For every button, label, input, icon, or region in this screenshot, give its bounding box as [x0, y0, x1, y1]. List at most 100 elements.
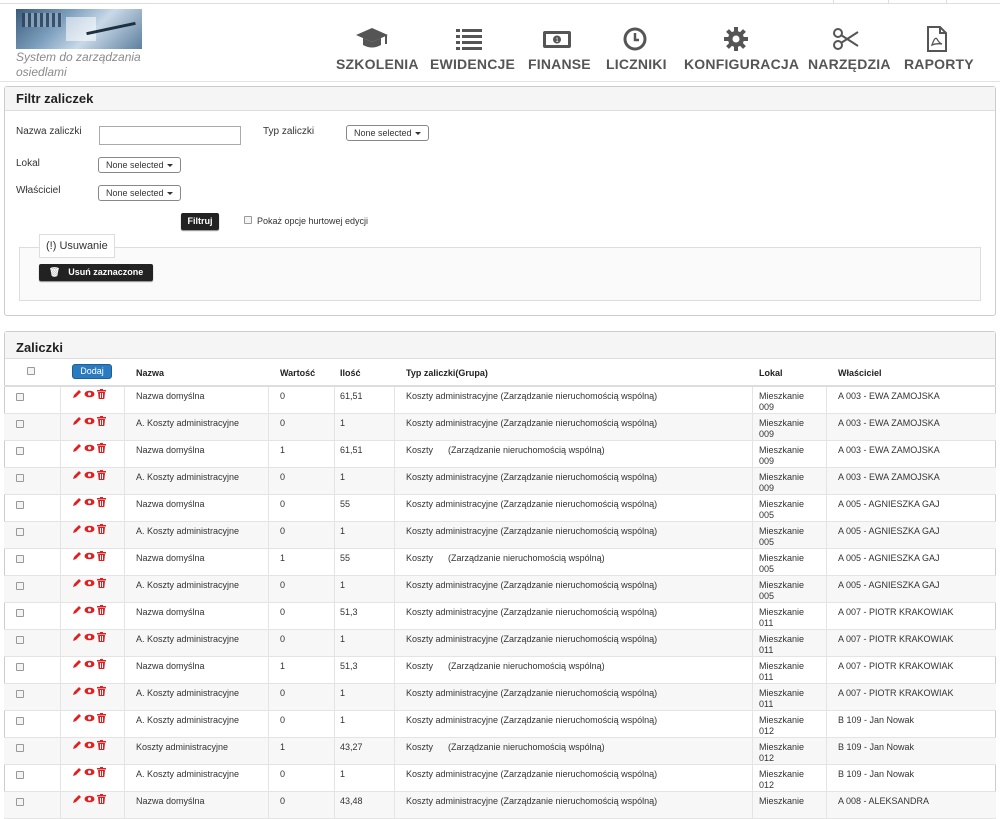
row-checkbox[interactable] [16, 798, 24, 806]
edit-pencil-icon[interactable] [72, 524, 82, 534]
column-divider [826, 765, 827, 792]
col-header-nazwa[interactable]: Nazwa [136, 368, 164, 378]
view-eye-icon[interactable] [84, 605, 95, 615]
nav-item-liczniki[interactable]: LICZNIKI [606, 26, 667, 76]
select-all-checkbox[interactable] [27, 367, 35, 375]
name-input[interactable] [99, 126, 241, 145]
trash-icon[interactable] [97, 551, 106, 561]
row-checkbox[interactable] [16, 744, 24, 752]
chevron-down-icon [414, 132, 421, 135]
trash-icon[interactable] [97, 686, 106, 696]
trash-icon[interactable] [97, 794, 106, 804]
nav-item-konfiguracja[interactable]: KONFIGURACJA [684, 26, 799, 76]
type-dropdown[interactable]: None selected [346, 125, 429, 141]
row-checkbox[interactable] [16, 582, 24, 590]
edit-pencil-icon[interactable] [72, 659, 82, 669]
edit-pencil-icon[interactable] [72, 632, 82, 642]
filter-button[interactable]: Filtruj [181, 213, 219, 230]
trash-icon[interactable] [97, 470, 106, 480]
edit-pencil-icon[interactable] [72, 767, 82, 777]
trash-icon[interactable] [97, 605, 106, 615]
row-checkbox[interactable] [16, 474, 24, 482]
row-checkbox[interactable] [16, 528, 24, 536]
edit-pencil-icon[interactable] [72, 713, 82, 723]
nav-item-finanse[interactable]: 1 FINANSE [528, 26, 591, 76]
trash-icon[interactable] [97, 389, 106, 399]
view-eye-icon[interactable] [84, 470, 95, 480]
trash-icon[interactable] [97, 524, 106, 534]
row-checkbox[interactable] [16, 717, 24, 725]
view-eye-icon[interactable] [84, 416, 95, 426]
table-row: A. Koszty administracyjne 0 1 Koszty admini… [4, 630, 996, 657]
row-checkbox[interactable] [16, 447, 24, 455]
edit-pencil-icon[interactable] [72, 686, 82, 696]
nav-item-raporty[interactable]: RAPORTY [904, 26, 974, 76]
trash-icon[interactable] [97, 659, 106, 669]
edit-pencil-icon[interactable] [72, 794, 82, 804]
trash-icon[interactable] [97, 740, 106, 750]
edit-pencil-icon[interactable] [72, 470, 82, 480]
edit-pencil-icon[interactable] [72, 443, 82, 453]
owner-dropdown[interactable]: None selected [98, 185, 181, 201]
trash-icon[interactable] [97, 497, 106, 507]
view-eye-icon[interactable] [84, 794, 95, 804]
table-row: Nazwa domyślna 1 61,51 Koszty (Zarządzanie … [4, 441, 996, 468]
row-checkbox[interactable] [16, 393, 24, 401]
row-checkbox[interactable] [16, 663, 24, 671]
edit-pencil-icon[interactable] [72, 578, 82, 588]
app-logo[interactable] [16, 9, 142, 49]
col-header-ilosc[interactable]: Ilość [340, 368, 361, 378]
row-checkbox[interactable] [16, 690, 24, 698]
edit-pencil-icon[interactable] [72, 605, 82, 615]
trash-icon[interactable] [97, 443, 106, 453]
view-eye-icon[interactable] [84, 659, 95, 669]
view-eye-icon[interactable] [84, 686, 95, 696]
edit-pencil-icon[interactable] [72, 389, 82, 399]
row-checkbox[interactable] [16, 501, 24, 509]
nav-item-ewidencje[interactable]: EWIDENCJE [430, 26, 515, 76]
column-divider [752, 738, 753, 765]
edit-pencil-icon[interactable] [72, 740, 82, 750]
nav-item-narzedzia[interactable]: NARZĘDZIA [808, 26, 890, 76]
cell-lokal-number: 011 [759, 645, 774, 655]
col-header-typ[interactable]: Typ zaliczki(Grupa) [406, 368, 488, 378]
view-eye-icon[interactable] [84, 767, 95, 777]
lokal-dropdown[interactable]: None selected [98, 157, 181, 173]
trash-icon[interactable] [97, 416, 106, 426]
row-checkbox[interactable] [16, 771, 24, 779]
column-divider [268, 603, 269, 630]
view-eye-icon[interactable] [84, 632, 95, 642]
edit-pencil-icon[interactable] [72, 416, 82, 426]
nav-item-szkolenia[interactable]: SZKOLENIA [336, 26, 419, 76]
view-eye-icon[interactable] [84, 551, 95, 561]
trash-icon[interactable] [97, 632, 106, 642]
view-eye-icon[interactable] [84, 524, 95, 534]
view-eye-icon[interactable] [84, 389, 95, 399]
view-eye-icon[interactable] [84, 740, 95, 750]
trash-icon[interactable] [97, 767, 106, 777]
add-button[interactable]: Dodaj [72, 364, 112, 379]
view-eye-icon[interactable] [84, 713, 95, 723]
edit-pencil-icon[interactable] [72, 497, 82, 507]
column-divider [752, 522, 753, 549]
row-checkbox[interactable] [16, 555, 24, 563]
col-header-wlasciciel[interactable]: Właściciel [838, 368, 882, 378]
row-checkbox[interactable] [16, 636, 24, 644]
edit-pencil-icon[interactable] [72, 551, 82, 561]
column-divider [752, 387, 753, 414]
view-eye-icon[interactable] [84, 578, 95, 588]
col-header-wartosc[interactable]: Wartość [280, 368, 315, 378]
view-eye-icon[interactable] [84, 497, 95, 507]
cell-nazwa: Nazwa domyślna [136, 553, 205, 563]
bulk-edit-checkbox[interactable] [244, 216, 252, 224]
view-eye-icon[interactable] [84, 443, 95, 453]
trash-icon[interactable] [97, 578, 106, 588]
row-checkbox[interactable] [16, 420, 24, 428]
row-checkbox[interactable] [16, 609, 24, 617]
row-actions [72, 686, 106, 698]
column-divider [268, 765, 269, 792]
delete-selected-button[interactable]: 🗑 Usuń zaznaczone [39, 264, 153, 281]
col-header-lokal[interactable]: Lokal [759, 368, 783, 378]
cell-wlasciciel: A 005 - AGNIESZKA GAJ [838, 499, 940, 509]
trash-icon[interactable] [97, 713, 106, 723]
